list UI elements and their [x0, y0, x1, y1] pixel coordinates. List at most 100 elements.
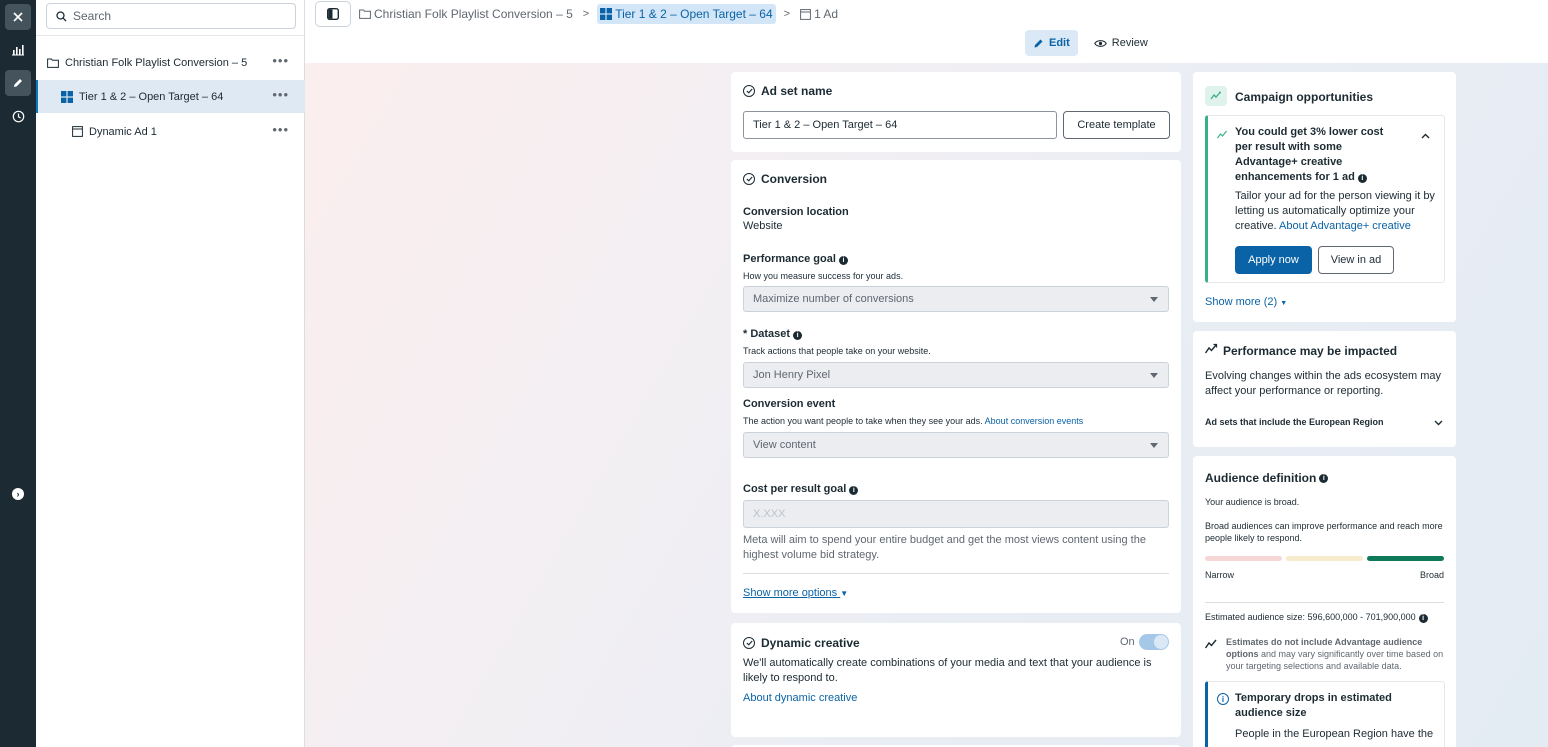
- divider: [36, 35, 305, 36]
- opportunity-icon: [1205, 86, 1227, 106]
- cost-per-result-desc: Meta will aim to spend your entire budge…: [743, 534, 1146, 561]
- pencil-icon: [1033, 38, 1044, 49]
- performance-goal-select[interactable]: Maximize number of conversions: [743, 286, 1169, 312]
- tree-item-adset[interactable]: Tier 1 & 2 – Open Target – 64 •••: [36, 80, 305, 113]
- tree-item-label: Tier 1 & 2 – Open Target – 64: [79, 90, 224, 103]
- dataset-desc: Track actions that people take on your w…: [743, 346, 931, 356]
- show-more-opportunities-link[interactable]: Show more (2) ▼: [1205, 296, 1287, 308]
- more-options-icon[interactable]: •••: [272, 123, 289, 136]
- label-text: * Dataset: [743, 328, 791, 340]
- conversion-location-label: Conversion location: [743, 206, 849, 218]
- info-icon[interactable]: i: [849, 486, 859, 495]
- dataset-select[interactable]: Jon Henry Pixel: [743, 362, 1169, 388]
- performance-goal-desc: How you measure success for your ads.: [743, 271, 904, 281]
- conversion-event-select[interactable]: View content: [743, 432, 1169, 458]
- conversion-location-value: Website: [743, 220, 783, 232]
- conversion-event-label: Conversion event: [743, 398, 836, 410]
- tree-item-campaign[interactable]: Christian Folk Playlist Conversion – 5 •…: [36, 46, 305, 79]
- label-text: Cost per result goal: [743, 483, 847, 495]
- title-text: Audience definition: [1205, 471, 1317, 485]
- adset-grid-icon: [60, 90, 74, 104]
- caret-down-icon: ▼: [1280, 300, 1288, 307]
- ad-icon: [800, 8, 811, 20]
- breadcrumb-label: 1 Ad: [814, 7, 839, 21]
- toggle-knob: [1154, 635, 1168, 649]
- info-icon[interactable]: i: [1319, 473, 1329, 483]
- apply-now-button[interactable]: Apply now: [1235, 246, 1312, 274]
- tree-item-ad[interactable]: Dynamic Ad 1 •••: [36, 115, 305, 148]
- breadcrumb-ad[interactable]: 1 Ad: [798, 4, 840, 24]
- sidebar-toggle-icon: [327, 8, 339, 20]
- card-title: Performance may be impacted: [1223, 344, 1398, 358]
- select-value: Maximize number of conversions: [753, 293, 914, 305]
- pencil-icon[interactable]: [5, 70, 31, 96]
- estimated-audience-size: Estimated audience size: 596,600,000 - 7…: [1205, 612, 1428, 623]
- audience-status: Your audience is broad.: [1205, 497, 1300, 507]
- info-icon[interactable]: i: [1357, 174, 1367, 183]
- toggle-label: On: [1120, 636, 1135, 648]
- clock-icon[interactable]: [5, 103, 31, 129]
- estimate-text: Estimated audience size: 596,600,000 - 7…: [1205, 612, 1416, 622]
- caret-down-icon: [1150, 297, 1158, 302]
- dynamic-creative-toggle[interactable]: [1139, 634, 1169, 650]
- cost-per-result-input[interactable]: X.XXX: [743, 500, 1169, 528]
- edit-mode-button[interactable]: Edit: [1025, 30, 1078, 56]
- about-dynamic-creative-link[interactable]: About dynamic creative: [743, 692, 857, 704]
- breadcrumb-adset[interactable]: Tier 1 & 2 – Open Target – 64: [597, 4, 776, 24]
- card-header: Conversion: [743, 172, 827, 186]
- breadcrumb-label: Tier 1 & 2 – Open Target – 64: [615, 7, 773, 21]
- search-icon: [56, 10, 67, 21]
- bar-chart-icon[interactable]: [5, 37, 31, 63]
- card-title: Conversion: [761, 172, 828, 186]
- toggle-panel-button[interactable]: [315, 1, 351, 27]
- caret-down-icon: ▼: [840, 589, 849, 598]
- link-text: Show more (2): [1205, 296, 1278, 308]
- search-box[interactable]: [46, 3, 296, 29]
- dynamic-creative-card: Dynamic creative On We'll automatically …: [731, 623, 1181, 737]
- tree-item-label: Dynamic Ad 1: [89, 125, 157, 138]
- chevron-right-icon: >: [582, 8, 590, 20]
- folder-icon: [46, 56, 60, 70]
- caret-down-icon: [1150, 443, 1158, 448]
- view-in-ad-button[interactable]: View in ad: [1318, 246, 1394, 274]
- about-advantage-link[interactable]: About Advantage+ creative: [1279, 220, 1411, 232]
- show-more-options-link[interactable]: Show more options ▼: [743, 587, 848, 599]
- campaign-opportunities-card: Campaign opportunities You could get 3% …: [1193, 72, 1456, 322]
- breadcrumb-label: Christian Folk Playlist Conversion – 5: [374, 7, 573, 21]
- close-icon[interactable]: [5, 4, 31, 30]
- info-icon[interactable]: i: [793, 331, 803, 340]
- info-icon[interactable]: i: [1418, 614, 1428, 623]
- breadcrumb-campaign[interactable]: Christian Folk Playlist Conversion – 5: [357, 4, 575, 24]
- chevron-up-icon[interactable]: [1421, 128, 1430, 142]
- more-options-icon[interactable]: •••: [272, 54, 289, 67]
- opportunity-box: You could get 3% lower cost per result w…: [1205, 115, 1445, 283]
- audience-gauge: [1205, 556, 1444, 561]
- info-icon[interactable]: i: [838, 256, 848, 265]
- card-title: Ad set name: [761, 84, 833, 98]
- adset-name-input[interactable]: Tier 1 & 2 – Open Target – 64: [743, 111, 1057, 139]
- conversion-card: Conversion Conversion location Website P…: [731, 160, 1181, 613]
- card-title: Campaign opportunities: [1235, 90, 1373, 104]
- desc-text: The action you want people to take when …: [743, 416, 983, 426]
- gauge-narrow-label: Narrow: [1205, 570, 1235, 580]
- search-input[interactable]: [73, 9, 273, 23]
- performance-card: Performance may be impacted Evolving cha…: [1193, 331, 1456, 447]
- create-template-button[interactable]: Create template: [1063, 111, 1170, 139]
- expand-panel-icon[interactable]: ›: [5, 481, 31, 507]
- card-title: Audience definition i: [1205, 471, 1329, 485]
- select-value: View content: [753, 439, 816, 451]
- performance-body: Evolving changes within the ads ecosyste…: [1205, 370, 1442, 397]
- dynamic-creative-desc: We'll automatically create combinations …: [743, 657, 1152, 684]
- info-circle-icon: i: [1217, 693, 1229, 705]
- gauge-mid-segment: [1286, 556, 1363, 561]
- more-options-icon[interactable]: •••: [272, 88, 289, 101]
- chevron-down-icon: [1434, 418, 1443, 428]
- gauge-broad-segment: [1367, 556, 1444, 561]
- breadcrumb: Christian Folk Playlist Conversion – 5 >…: [357, 3, 840, 25]
- note-rest: and may vary significantly over time bas…: [1226, 649, 1444, 671]
- about-conversion-events-link[interactable]: About conversion events: [985, 416, 1084, 426]
- review-mode-button[interactable]: Review: [1086, 30, 1156, 56]
- european-region-accordion[interactable]: Ad sets that include the European Region: [1205, 417, 1445, 427]
- opportunity-body: Tailor your ad for the person viewing it…: [1235, 189, 1440, 234]
- editor-canvas: Ad set name Tier 1 & 2 – Open Target – 6…: [305, 63, 1548, 747]
